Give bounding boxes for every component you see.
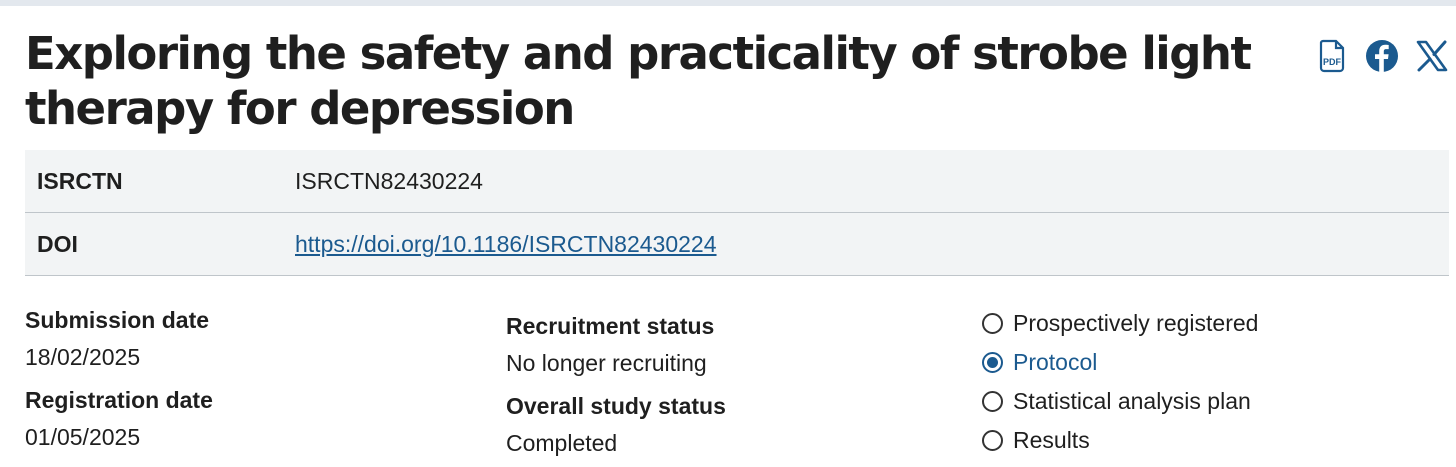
radio-indicator (982, 313, 1003, 334)
registration-date-label: Registration date (25, 387, 213, 413)
top-nav-strip (0, 0, 1456, 6)
identifier-table: ISRCTN ISRCTN82430224 DOI https://doi.or… (25, 150, 1449, 276)
status-column: Recruitment status No longer recruiting … (506, 311, 726, 467)
checklist-item-label: Results (1013, 427, 1090, 453)
recruitment-status-value: No longer recruiting (506, 350, 707, 376)
radio-indicator (982, 430, 1003, 451)
overall-status-label: Overall study status (506, 393, 726, 419)
publication-checklist: Prospectively registered Protocol Statis… (982, 304, 1258, 460)
checklist-item-protocol[interactable]: Protocol (982, 343, 1258, 382)
checklist-item-prospectively-registered[interactable]: Prospectively registered (982, 304, 1258, 343)
page-title: Exploring the safety and practicality of… (25, 27, 1252, 135)
isrctn-value: ISRCTN82430224 (295, 167, 483, 194)
isrctn-row: ISRCTN ISRCTN82430224 (25, 150, 1449, 213)
dates-column: Submission date 18/02/2025 Registration … (25, 305, 213, 465)
x-twitter-icon[interactable] (1414, 38, 1450, 74)
checklist-item-results[interactable]: Results (982, 421, 1258, 460)
doi-link[interactable]: https://doi.org/10.1186/ISRCTN82430224 (295, 231, 717, 257)
checklist-item-label: Statistical analysis plan (1013, 388, 1251, 414)
overall-status-value: Completed (506, 430, 618, 456)
radio-indicator-selected (982, 352, 1003, 373)
doi-label: DOI (37, 230, 78, 257)
submission-date-label: Submission date (25, 307, 210, 333)
doi-row: DOI https://doi.org/10.1186/ISRCTN824302… (25, 213, 1449, 276)
recruitment-status-label: Recruitment status (506, 313, 715, 339)
radio-indicator (982, 391, 1003, 412)
facebook-icon[interactable] (1364, 38, 1400, 74)
isrctn-label: ISRCTN (37, 167, 123, 194)
share-bar: PDF (1314, 38, 1450, 74)
checklist-item-statistical-analysis-plan[interactable]: Statistical analysis plan (982, 382, 1258, 421)
checklist-item-label: Prospectively registered (1013, 310, 1259, 336)
pdf-icon-label: PDF (1323, 57, 1342, 67)
registration-date-value: 01/05/2025 (25, 424, 141, 450)
pdf-icon[interactable]: PDF (1314, 38, 1350, 74)
checklist-item-label: Protocol (1013, 349, 1098, 375)
submission-date-value: 18/02/2025 (25, 344, 141, 370)
